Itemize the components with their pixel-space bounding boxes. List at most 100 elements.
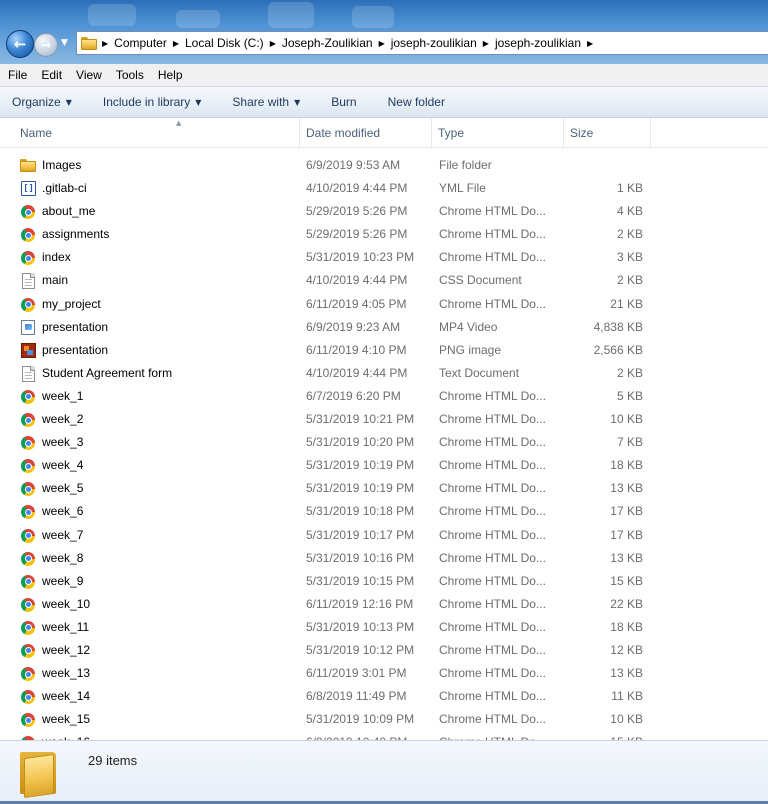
file-name: .gitlab-ci — [42, 181, 87, 196]
file-type: Chrome HTML Do... — [439, 504, 546, 519]
file-row[interactable]: week_1 6/7/2019 6:20 PM Chrome HTML Do... 5… — [0, 385, 768, 408]
organize-button[interactable]: Organize ▼ — [12, 95, 72, 109]
file-name: week_4 — [42, 458, 84, 473]
video-file-icon — [21, 319, 35, 335]
file-row[interactable]: [] .gitlab-ci 4/10/2019 4:44 PM YML File 1 K… — [0, 177, 768, 200]
file-row[interactable]: Student Agreement form 4/10/2019 4:44 PM T… — [0, 362, 768, 385]
file-type: File folder — [439, 158, 492, 172]
back-arrow-icon: ← — [13, 35, 27, 53]
file-size: 17 KB — [610, 527, 643, 542]
burn-button[interactable]: Burn — [331, 95, 356, 109]
chrome-icon — [21, 505, 35, 520]
file-type: Chrome HTML Do... — [439, 712, 546, 727]
file-size: 15 KB — [566, 731, 643, 740]
file-name: week_6 — [42, 504, 84, 519]
file-row[interactable]: week_8 5/31/2019 10:16 PM Chrome HTML Do..… — [0, 547, 768, 570]
file-row[interactable]: Images 6/9/2019 9:53 AM File folder — [0, 154, 768, 177]
file-row[interactable]: presentation 6/11/2019 4:10 PM PNG image 2,… — [0, 339, 768, 362]
column-header-date[interactable]: Date modified — [300, 118, 432, 148]
file-row[interactable]: week_14 6/8/2019 11:49 PM Chrome HTML Do..… — [0, 685, 768, 708]
file-row[interactable]: my_project 6/11/2019 4:05 PM Chrome HTML D… — [0, 293, 768, 316]
folder-icon — [18, 750, 60, 799]
chrome-icon — [21, 251, 35, 266]
file-row[interactable]: presentation 6/9/2019 9:23 AM MP4 Video 4,8… — [0, 316, 768, 339]
recent-pages-dropdown[interactable]: ▼ — [61, 38, 68, 48]
breadcrumb-user-folder[interactable]: Joseph-Zoulikian — [281, 34, 374, 52]
breadcrumb-project-folder[interactable]: joseph-zoulikian — [390, 34, 478, 52]
share-with-button[interactable]: Share with ▼ — [232, 95, 300, 109]
file-row[interactable]: week_13 6/11/2019 3:01 PM Chrome HTML Do..… — [0, 662, 768, 685]
column-header-name[interactable]: Name ▲ — [0, 118, 300, 148]
file-date-modified: 4/10/2019 4:44 PM — [306, 365, 408, 380]
file-row[interactable]: week_12 5/31/2019 10:12 PM Chrome HTML Do.… — [0, 639, 768, 662]
file-row[interactable]: about_me 5/29/2019 5:26 PM Chrome HTML Do.… — [0, 200, 768, 223]
folder-icon — [20, 159, 36, 175]
file-date-modified: 6/8/2019 11:49 PM — [306, 689, 407, 704]
chrome-icon — [21, 389, 35, 404]
include-in-library-button[interactable]: Include in library ▼ — [103, 95, 202, 109]
file-size: 2 KB — [616, 273, 643, 288]
file-size: 7 KB — [616, 435, 643, 450]
back-button[interactable]: ← — [6, 30, 34, 58]
breadcrumb-computer[interactable]: Computer — [113, 34, 168, 52]
file-row[interactable]: index 5/31/2019 10:23 PM Chrome HTML Do...… — [0, 246, 768, 269]
breadcrumb-current-folder[interactable]: joseph-zoulikian — [494, 34, 582, 52]
burn-label: Burn — [331, 95, 357, 109]
dropdown-caret-icon: ▼ — [294, 97, 301, 107]
file-size: 10 KB — [610, 412, 643, 427]
file-row[interactable]: week_16 6/9/2019 10:40 PM Chrome HTML Do..… — [0, 731, 768, 740]
file-name: week_10 — [42, 596, 91, 611]
menu-help[interactable]: Help — [158, 68, 183, 82]
file-row[interactable]: main 4/10/2019 4:44 PM CSS Document 2 KB — [0, 269, 768, 292]
file-name: week_15 — [42, 712, 91, 727]
breadcrumb-local-disk[interactable]: Local Disk (C:) — [184, 34, 265, 52]
file-row[interactable]: week_10 6/11/2019 12:16 PM Chrome HTML Do.… — [0, 593, 768, 616]
menu-view[interactable]: View — [76, 68, 102, 82]
column-header-type-label: Type — [438, 126, 465, 140]
file-size: 13 KB — [610, 550, 643, 565]
file-date-modified: 5/31/2019 10:19 PM — [306, 458, 415, 473]
background-decoration — [88, 4, 136, 26]
file-date-modified: 6/11/2019 3:01 PM — [306, 666, 407, 681]
breadcrumb-arrow-icon[interactable]: ▶ — [587, 39, 593, 48]
file-row[interactable]: assignments 5/29/2019 5:26 PM Chrome HTML … — [0, 223, 768, 246]
file-name: presentation — [42, 319, 109, 334]
file-date-modified: 6/11/2019 4:05 PM — [306, 296, 407, 311]
command-bar: Organize ▼ Include in library ▼ Share wi… — [0, 87, 768, 118]
file-row[interactable]: week_15 5/31/2019 10:09 PM Chrome HTML Do.… — [0, 708, 768, 731]
new-folder-button[interactable]: New folder — [388, 95, 445, 109]
yml-file-icon: [] — [21, 181, 36, 197]
column-header-size[interactable]: Size — [564, 118, 651, 148]
file-row[interactable]: week_2 5/31/2019 10:21 PM Chrome HTML Do..… — [0, 408, 768, 431]
file-row[interactable]: week_5 5/31/2019 10:19 PM Chrome HTML Do..… — [0, 477, 768, 500]
file-row[interactable]: week_4 5/31/2019 10:19 PM Chrome HTML Do..… — [0, 454, 768, 477]
file-size: 5 KB — [616, 388, 643, 403]
column-header-type[interactable]: Type — [432, 118, 564, 148]
file-name: my_project — [42, 296, 101, 311]
forward-button[interactable]: → — [34, 33, 58, 57]
file-date-modified: 6/11/2019 12:16 PM — [306, 596, 414, 611]
breadcrumb-arrow-icon[interactable]: ▶ — [173, 39, 179, 48]
file-date-modified: 5/31/2019 10:23 PM — [306, 250, 415, 265]
column-header-size-label: Size — [570, 126, 594, 140]
file-row[interactable]: week_3 5/31/2019 10:20 PM Chrome HTML Do..… — [0, 431, 768, 454]
file-name: week_7 — [42, 527, 84, 542]
file-row[interactable]: week_9 5/31/2019 10:15 PM Chrome HTML Do..… — [0, 570, 768, 593]
chrome-icon — [21, 436, 35, 451]
breadcrumb-arrow-icon[interactable]: ▶ — [270, 39, 276, 48]
file-type: Text Document — [439, 365, 520, 380]
breadcrumb-arrow-icon[interactable]: ▶ — [379, 39, 385, 48]
file-date-modified: 5/31/2019 10:09 PM — [306, 712, 415, 727]
menu-tools[interactable]: Tools — [116, 68, 144, 82]
file-type: YML File — [439, 181, 486, 196]
file-row[interactable]: week_7 5/31/2019 10:17 PM Chrome HTML Do..… — [0, 524, 768, 547]
menu-file[interactable]: File — [8, 68, 27, 82]
menu-edit[interactable]: Edit — [41, 68, 62, 82]
file-date-modified: 6/7/2019 6:20 PM — [306, 388, 401, 403]
breadcrumb-arrow-icon[interactable]: ▶ — [483, 39, 489, 48]
file-row[interactable]: week_6 5/31/2019 10:18 PM Chrome HTML Do..… — [0, 500, 768, 523]
address-bar[interactable]: ▶ Computer ▶ Local Disk (C:) ▶ Joseph-Zo… — [76, 31, 768, 55]
file-row[interactable]: week_11 5/31/2019 10:13 PM Chrome HTML Do.… — [0, 616, 768, 639]
breadcrumb-arrow-icon[interactable]: ▶ — [102, 39, 108, 48]
chrome-icon — [21, 551, 35, 566]
